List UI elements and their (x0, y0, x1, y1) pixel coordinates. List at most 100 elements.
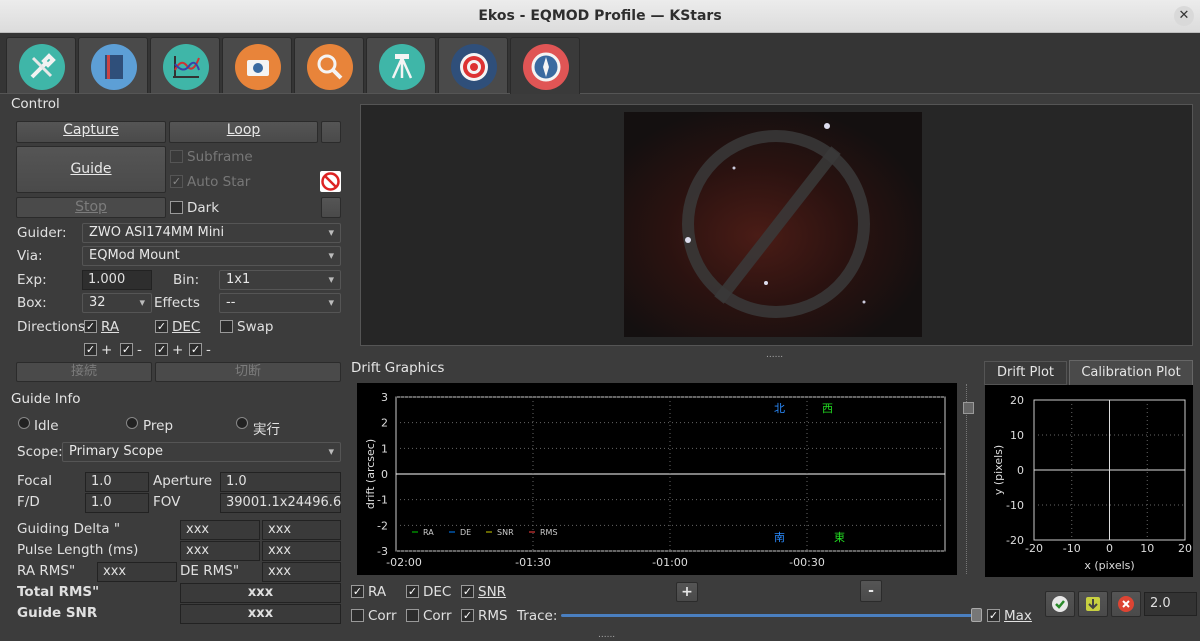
dark-options-button[interactable] (321, 197, 341, 218)
run-label: 実行 (253, 422, 280, 438)
no-entry-icon[interactable] (320, 171, 341, 192)
disconnect-button[interactable]: 切断 (155, 362, 341, 382)
tab-scheduler[interactable] (78, 37, 148, 93)
y-tick-label: 2 (381, 417, 388, 430)
drift-ra-checkbox[interactable] (351, 585, 364, 598)
download-icon[interactable] (1078, 591, 1108, 617)
dec-direction-checkbox[interactable] (155, 320, 168, 333)
drift-scale-slider[interactable] (963, 384, 974, 574)
tab-drift-plot[interactable]: Drift Plot (984, 361, 1067, 385)
idle-label: Idle (34, 418, 59, 434)
calib-y-tick-label: 10 (1010, 429, 1024, 442)
dec-corr-label: Corr (423, 608, 452, 624)
via-select[interactable]: EQMod Mount (82, 246, 341, 266)
trace-slider-handle[interactable] (971, 608, 982, 622)
delta-ra-value: xxx (180, 520, 260, 540)
guide-info-title: Guide Info (11, 391, 81, 407)
guide-star-image (624, 112, 922, 337)
dec-direction-label: DEC (172, 319, 200, 335)
subframe-checkbox[interactable] (170, 150, 183, 163)
prep-radio[interactable] (126, 417, 138, 429)
fd-label: F/D (17, 494, 40, 510)
zoom-out-button[interactable]: - (860, 580, 882, 602)
connect-button[interactable]: 接続 (16, 362, 152, 382)
effects-select[interactable]: -- (219, 293, 341, 313)
rms-checkbox[interactable] (461, 609, 474, 622)
y-axis-label: drift (arcsec) (364, 439, 377, 509)
loop-options-button[interactable] (321, 121, 341, 143)
run-radio[interactable] (236, 417, 248, 429)
tab-analyze[interactable] (150, 37, 220, 93)
window-title: Ekos - EQMOD Profile — KStars (478, 8, 722, 24)
max-label: Max (1004, 608, 1032, 624)
bottom-splitter[interactable]: ...... (598, 630, 615, 640)
fov-value: 39001.1x24496.6 (220, 493, 341, 513)
ra-plus-checkbox[interactable] (84, 343, 97, 356)
dark-checkbox[interactable] (170, 201, 183, 214)
box-label: Box: (17, 295, 47, 311)
tab-align[interactable] (438, 37, 508, 93)
swap-label: Swap (237, 319, 274, 335)
focal-label: Focal (17, 473, 52, 489)
guide-button[interactable]: Guide (16, 146, 166, 193)
dec-minus-checkbox[interactable] (189, 343, 202, 356)
dec-plus-checkbox[interactable] (155, 343, 168, 356)
zoom-spinbox[interactable]: 2.0 (1144, 592, 1197, 616)
compass-south: 南 (774, 531, 785, 544)
trace-slider[interactable] (561, 614, 975, 617)
calib-y-axis-label: y (pixels) (992, 445, 1005, 495)
calib-y-tick-label: -10 (1006, 499, 1024, 512)
ra-direction-checkbox[interactable] (84, 320, 97, 333)
ra-minus-checkbox[interactable] (120, 343, 133, 356)
guide-frame-view[interactable] (360, 104, 1193, 346)
scope-select[interactable]: Primary Scope (62, 442, 341, 462)
exposure-spinbox[interactable]: 1.000 (82, 270, 152, 290)
drift-snr-label: SNR (478, 584, 506, 600)
drift-graphics-title: Drift Graphics (351, 360, 445, 376)
idle-radio[interactable] (18, 417, 30, 429)
fov-label: FOV (153, 494, 181, 510)
dark-label: Dark (187, 200, 220, 216)
swap-checkbox[interactable] (220, 320, 233, 333)
bin-select[interactable]: 1x1 (219, 270, 341, 290)
zoom-in-button[interactable]: + (676, 582, 698, 602)
delta-de-value: xxx (262, 520, 341, 540)
stop-label: Stop (75, 199, 107, 215)
guider-select[interactable]: ZWO ASI174MM Mini (82, 223, 341, 243)
max-checkbox[interactable] (987, 609, 1000, 622)
scheduler-icon (91, 44, 137, 90)
accept-icon[interactable] (1045, 591, 1075, 617)
tab-focus[interactable] (294, 37, 364, 93)
loop-button[interactable]: Loop (169, 121, 318, 143)
drift-snr-checkbox[interactable] (461, 585, 474, 598)
drift-dec-checkbox[interactable] (406, 585, 419, 598)
calib-x-tick-label: 0 (1106, 542, 1113, 555)
tab-capture[interactable] (222, 37, 292, 93)
dec-corr-checkbox[interactable] (406, 609, 419, 622)
calib-x-tick-label: 20 (1178, 542, 1192, 555)
x-tick-label: -01:30 (515, 556, 551, 569)
ra-direction-label: RA (101, 319, 119, 335)
bin-label: Bin: (173, 272, 200, 288)
box-select[interactable]: 32 (82, 293, 152, 313)
ra-corr-checkbox[interactable] (351, 609, 364, 622)
autostar-checkbox[interactable] (170, 175, 183, 188)
frame-splitter[interactable]: ...... (766, 350, 783, 360)
tab-calibration-plot[interactable]: Calibration Plot (1069, 360, 1193, 385)
stop-button[interactable]: Stop (16, 197, 166, 218)
via-label: Via: (17, 248, 43, 264)
tab-setup[interactable] (6, 37, 76, 93)
y-tick-label: -2 (377, 519, 388, 532)
drift-chart[interactable]: 3 2 1 0 -1 -2 -3 -02:00 -01:30 -01:00 -00:30 drift … (357, 383, 957, 575)
capture-button[interactable]: Capture (16, 121, 166, 143)
tab-guide[interactable] (510, 37, 580, 94)
calib-x-tick-label: -10 (1063, 542, 1081, 555)
tab-mount[interactable] (366, 37, 436, 93)
close-icon[interactable]: ✕ (1174, 6, 1194, 26)
calib-y-tick-label: -20 (1006, 534, 1024, 547)
calibration-plot[interactable]: -20 -10 0 10 20 20 10 0 -10 -20 x (pixels) y (pixel… (985, 385, 1193, 577)
clear-icon[interactable] (1111, 591, 1141, 617)
drift-slider-handle[interactable] (963, 402, 974, 414)
prep-label: Prep (143, 418, 174, 434)
control-section-title: Control (11, 96, 60, 112)
